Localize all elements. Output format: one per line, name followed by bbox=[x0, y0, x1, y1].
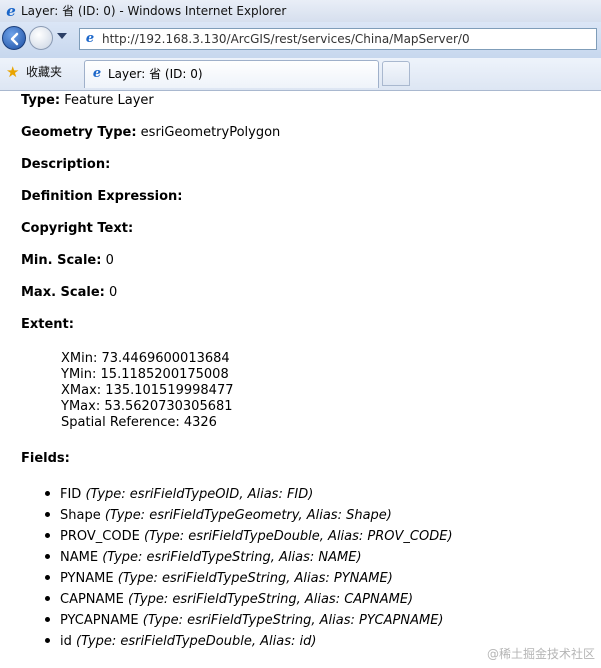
window-title: Layer: 省 (ID: 0) - Windows Internet Expl… bbox=[21, 4, 287, 18]
max-scale-value: 0 bbox=[109, 285, 118, 300]
fields-label: Fields: bbox=[21, 451, 70, 466]
field-meta: (Type: esriFieldTypeString, Alias: CAPNA… bbox=[128, 592, 414, 607]
copyright-text-row: Copyright Text: bbox=[21, 221, 133, 237]
field-name: PROV_CODE bbox=[60, 529, 140, 544]
field-name: PYNAME bbox=[60, 571, 114, 586]
field-name: FID bbox=[60, 487, 82, 502]
fields-row: Fields: bbox=[21, 451, 70, 467]
list-item: Shape (Type: esriFieldTypeGeometry, Alia… bbox=[45, 508, 392, 524]
address-url[interactable]: http://192.168.3.130/ArcGIS/rest/service… bbox=[102, 29, 470, 49]
extent-spatial-reference: Spatial Reference: 4326 bbox=[61, 415, 217, 430]
extent-label: Extent: bbox=[21, 317, 74, 332]
field-meta: (Type: esriFieldTypeGeometry, Alias: Sha… bbox=[104, 508, 392, 523]
field-meta: (Type: esriFieldTypeString, Alias: NAME) bbox=[102, 550, 362, 565]
list-item: PROV_CODE (Type: esriFieldTypeDouble, Al… bbox=[45, 529, 453, 545]
tab-label: Layer: 省 (ID: 0) bbox=[108, 67, 203, 81]
back-arrow-icon bbox=[10, 32, 19, 46]
extent-xmax: XMax: 135.101519998477 bbox=[61, 383, 234, 398]
watermark: @稀土掘金技术社区 bbox=[486, 647, 595, 661]
tab-layer[interactable]: e Layer: 省 (ID: 0) bbox=[84, 60, 379, 88]
geometry-type-label: Geometry Type: bbox=[21, 125, 137, 140]
min-scale-label: Min. Scale: bbox=[21, 253, 102, 268]
bullet-icon bbox=[45, 596, 50, 601]
bullet-icon bbox=[45, 491, 50, 496]
field-name: Shape bbox=[60, 508, 101, 523]
description-row: Description: bbox=[21, 157, 110, 173]
ie-logo-icon: e bbox=[6, 2, 16, 20]
recent-pages-dropdown-icon[interactable] bbox=[57, 33, 67, 39]
description-label: Description: bbox=[21, 157, 111, 172]
field-meta: (Type: esriFieldTypeOID, Alias: FID) bbox=[85, 487, 314, 502]
field-meta: (Type: esriFieldTypeString, Alias: PYCAP… bbox=[142, 613, 444, 628]
extent-ymax: YMax: 53.5620730305681 bbox=[61, 399, 233, 414]
bullet-icon bbox=[45, 638, 50, 643]
field-name: CAPNAME bbox=[60, 592, 124, 607]
list-item: id (Type: esriFieldTypeDouble, Alias: id… bbox=[45, 634, 316, 650]
geometry-type-value: esriGeometryPolygon bbox=[140, 125, 281, 140]
back-button[interactable] bbox=[2, 26, 26, 50]
list-item: CAPNAME (Type: esriFieldTypeString, Alia… bbox=[45, 592, 413, 608]
max-scale-label: Max. Scale: bbox=[21, 285, 105, 300]
definition-expression-label: Definition Expression: bbox=[21, 189, 183, 204]
field-name: PYCAPNAME bbox=[60, 613, 139, 628]
extent-xmin: XMin: 73.4469600013684 bbox=[61, 351, 230, 366]
bullet-icon bbox=[45, 575, 50, 580]
bullet-icon bbox=[45, 554, 50, 559]
tab-page-icon: e bbox=[92, 66, 102, 81]
forward-button[interactable] bbox=[29, 26, 53, 50]
list-item: PYNAME (Type: esriFieldTypeString, Alias… bbox=[45, 571, 393, 587]
copyright-text-label: Copyright Text: bbox=[21, 221, 134, 236]
extent-ymin: YMin: 15.1185200175008 bbox=[61, 367, 229, 382]
bullet-icon bbox=[45, 512, 50, 517]
type-label: Type: bbox=[21, 93, 61, 108]
bullet-icon bbox=[45, 533, 50, 538]
field-meta: (Type: esriFieldTypeString, Alias: PYNAM… bbox=[117, 571, 393, 586]
window-titlebar: e Layer: 省 (ID: 0) - Windows Internet Ex… bbox=[0, 0, 601, 22]
address-bar[interactable]: e http://192.168.3.130/ArcGIS/rest/servi… bbox=[79, 28, 597, 50]
field-meta: (Type: esriFieldTypeDouble, Alias: id) bbox=[76, 634, 317, 649]
page-content: Type: Feature Layer Geometry Type: esriG… bbox=[0, 91, 601, 668]
max-scale-row: Max. Scale: 0 bbox=[21, 285, 117, 301]
list-item: PYCAPNAME (Type: esriFieldTypeString, Al… bbox=[45, 613, 443, 629]
bullet-icon bbox=[45, 617, 50, 622]
definition-expression-row: Definition Expression: bbox=[21, 189, 182, 205]
page-icon: e bbox=[85, 31, 95, 46]
geometry-type-row: Geometry Type: esriGeometryPolygon bbox=[21, 125, 280, 141]
min-scale-value: 0 bbox=[105, 253, 114, 268]
list-item: FID (Type: esriFieldTypeOID, Alias: FID) bbox=[45, 487, 313, 503]
field-meta: (Type: esriFieldTypeDouble, Alias: PROV_… bbox=[143, 529, 453, 544]
favorites-button[interactable]: 收藏夹 bbox=[26, 65, 62, 79]
type-value: Feature Layer bbox=[64, 93, 154, 108]
new-tab-button[interactable] bbox=[382, 61, 410, 86]
field-name: id bbox=[60, 634, 72, 649]
navigation-bar: e http://192.168.3.130/ArcGIS/rest/servi… bbox=[0, 22, 601, 58]
favorites-tab-bar: ★ 收藏夹 e Layer: 省 (ID: 0) bbox=[0, 58, 601, 91]
type-row: Type: Feature Layer bbox=[21, 93, 154, 109]
extent-row: Extent: bbox=[21, 317, 74, 333]
field-name: NAME bbox=[60, 550, 99, 565]
min-scale-row: Min. Scale: 0 bbox=[21, 253, 114, 269]
favorites-star-icon[interactable]: ★ bbox=[6, 64, 19, 80]
list-item: NAME (Type: esriFieldTypeString, Alias: … bbox=[45, 550, 362, 566]
